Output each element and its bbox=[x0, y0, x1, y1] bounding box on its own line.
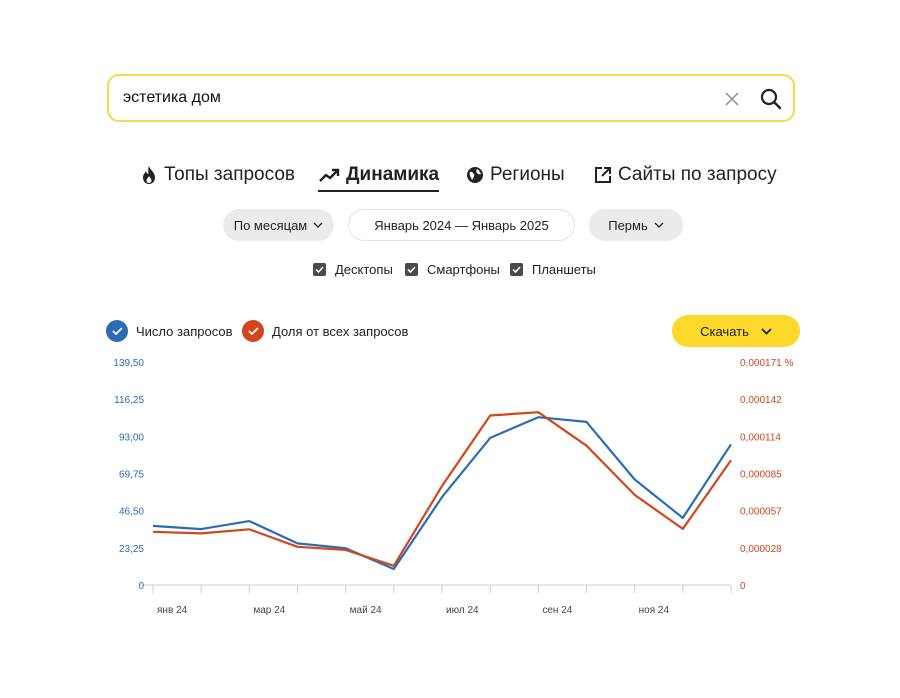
checkbox-desktops[interactable]: Десктопы bbox=[313, 262, 393, 277]
checkbox-label: Десктопы bbox=[335, 262, 393, 277]
tab-label: Динамика bbox=[346, 164, 440, 185]
search-box[interactable] bbox=[107, 74, 795, 122]
y-tick-label-right: 0,000142 bbox=[740, 395, 782, 406]
y-tick-label-right: 0 bbox=[740, 581, 746, 592]
tab-regions[interactable]: Регионы bbox=[466, 160, 565, 190]
x-tick-label: янв 24 bbox=[157, 605, 188, 616]
y-tick-label-left: 0 bbox=[138, 581, 144, 592]
close-icon[interactable] bbox=[723, 90, 741, 108]
y-tick-label-right: 0,000114 bbox=[740, 432, 781, 443]
legend-label: Доля от всех запросов bbox=[272, 323, 409, 339]
flame-icon bbox=[143, 166, 155, 184]
series-line-share bbox=[152, 411, 732, 567]
chevron-down-icon bbox=[761, 327, 772, 335]
checkbox-smartphones[interactable]: Смартфоны bbox=[405, 262, 500, 277]
period-label: По месяцам bbox=[233, 217, 308, 233]
y-tick-label-right: 0,000171 % bbox=[740, 358, 793, 369]
y-tick-label-left: 116,25 bbox=[114, 395, 144, 406]
search-input[interactable] bbox=[121, 88, 685, 108]
y-tick-label-right: 0,000085 bbox=[740, 470, 782, 481]
check-icon bbox=[106, 320, 128, 342]
checkbox-label: Смартфоны bbox=[427, 262, 500, 277]
tab-label: Сайты по запросу bbox=[618, 164, 777, 185]
legend-share-toggle[interactable]: Доля от всех запросов bbox=[242, 320, 408, 342]
search-icon[interactable] bbox=[759, 87, 783, 111]
globe-icon bbox=[467, 167, 483, 183]
legend-label: Число запросов bbox=[136, 323, 233, 339]
check-icon bbox=[242, 320, 264, 342]
checkbox-icon bbox=[405, 263, 418, 276]
y-tick-label-left: 46,50 bbox=[119, 507, 144, 518]
checkbox-icon bbox=[510, 263, 523, 276]
chevron-down-icon bbox=[313, 222, 323, 228]
tab-top-queries[interactable]: Топы запросов bbox=[140, 160, 295, 190]
series-line-count bbox=[152, 416, 732, 571]
dynamics-chart: 0 0 23,25 0,000028 46,50 0,000057 69,75 0,00008… bbox=[113, 358, 793, 616]
x-tick-label: май 24 bbox=[350, 605, 382, 616]
chevron-down-icon bbox=[654, 222, 664, 228]
trend-icon bbox=[319, 168, 340, 182]
x-tick-label: сен 24 bbox=[542, 605, 572, 616]
y-tick-label-left: 69,75 bbox=[119, 470, 144, 481]
y-tick-label-left: 23,25 bbox=[119, 544, 144, 555]
tab-bar: Топы запросов Динамика Регионы Сайты по … bbox=[0, 160, 900, 196]
checkbox-label: Планшеты bbox=[532, 262, 596, 277]
y-tick-label-right: 0,000028 bbox=[740, 544, 782, 555]
x-tick-label: ноя 24 bbox=[639, 605, 670, 616]
device-filters: Десктопы Смартфоны Планшеты bbox=[0, 262, 900, 282]
tab-sites[interactable]: Сайты по запросу bbox=[594, 160, 777, 190]
period-select[interactable]: По месяцам bbox=[223, 209, 334, 241]
download-button[interactable]: Скачать bbox=[672, 315, 800, 347]
checkbox-tablets[interactable]: Планшеты bbox=[510, 262, 596, 277]
download-label: Скачать bbox=[700, 323, 749, 339]
tab-label: Топы запросов bbox=[164, 164, 295, 185]
y-tick-label-left: 93,00 bbox=[119, 432, 144, 443]
x-tick-label: июл 24 bbox=[446, 605, 479, 616]
region-label: Пермь bbox=[608, 217, 648, 233]
tab-label: Регионы bbox=[490, 164, 565, 185]
region-select[interactable]: Пермь bbox=[589, 209, 683, 241]
legend-count-toggle[interactable]: Число запросов bbox=[106, 320, 232, 342]
external-link-icon bbox=[595, 167, 611, 183]
x-tick-label: мар 24 bbox=[253, 605, 285, 616]
tab-dynamics[interactable]: Динамика bbox=[318, 160, 440, 192]
y-tick-label-left: 139,50 bbox=[113, 358, 144, 369]
date-range-label: Январь 2024 — Январь 2025 bbox=[374, 217, 549, 233]
checkbox-icon bbox=[313, 263, 326, 276]
y-tick-label-right: 0,000057 bbox=[740, 507, 782, 518]
date-range-picker[interactable]: Январь 2024 — Январь 2025 bbox=[348, 209, 575, 241]
